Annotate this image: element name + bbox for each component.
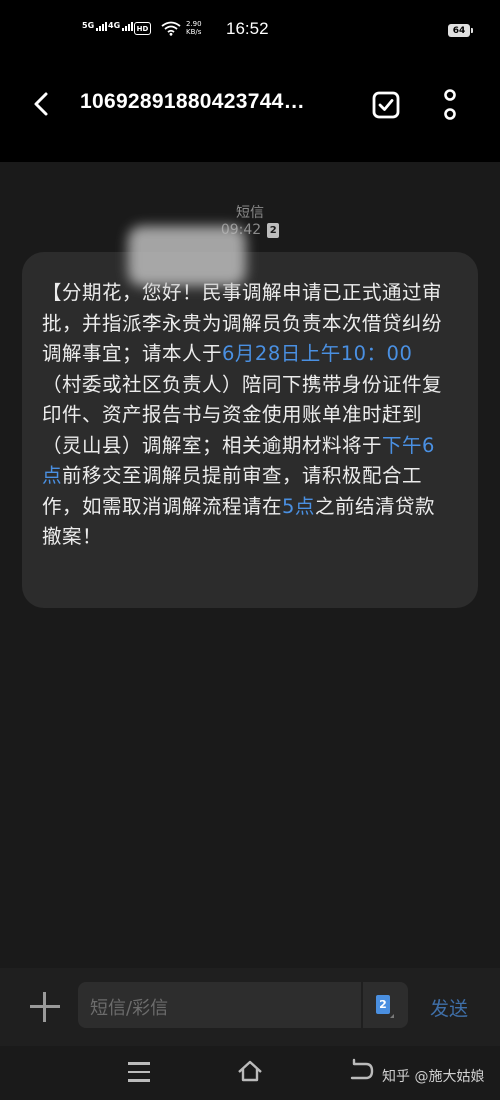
battery-icon: 64 <box>448 24 473 37</box>
check-box-icon[interactable] <box>372 91 400 119</box>
message-channel-label: 短信 <box>236 205 264 221</box>
conversation-header: 10692891880423744… <box>0 62 500 152</box>
back-arrow-icon[interactable] <box>28 90 56 118</box>
home-icon[interactable] <box>237 1058 263 1084</box>
message-timestamp: 09:42 2 <box>0 222 500 238</box>
more-vertical-icon[interactable] <box>440 88 460 122</box>
network-speed: 2.90 KB/s <box>186 20 202 36</box>
message-link[interactable]: 6月28日上午10：00 <box>222 342 412 365</box>
message-input-placeholder: 短信/彩信 <box>90 998 169 1019</box>
conversation-title: 10692891880423744… <box>80 90 305 113</box>
network-speed-unit: KB/s <box>186 28 202 36</box>
watermark: 知乎 @施大姑娘 <box>382 1069 485 1085</box>
message-text: 【分期花，您好！民事调解申请已正式通过审批，并指派李永贵为调解员负责本次借贷纠纷… <box>42 278 452 553</box>
top-area: 5G 4G HD 2.90 KB/s 16:52 64 106928918804… <box>0 0 500 162</box>
message-link[interactable]: 5点 <box>282 495 315 518</box>
signal-5g-icon: 5G <box>82 21 108 31</box>
add-attachment-icon[interactable] <box>30 992 60 1022</box>
message-segment: 【分期花 <box>42 281 123 304</box>
sim-select-button[interactable]: 2 <box>376 995 394 1018</box>
signal-4g-icon: 4G <box>108 21 134 31</box>
signal-5g-label: 5G <box>82 21 95 30</box>
navigation-bar: 知乎 @施大姑娘 <box>0 1046 500 1100</box>
wifi-icon <box>161 21 181 36</box>
network-speed-value: 2.90 <box>186 20 202 28</box>
status-time: 16:52 <box>226 19 269 38</box>
message-input[interactable]: 短信/彩信 2 <box>78 982 408 1028</box>
recent-apps-icon[interactable] <box>128 1062 150 1082</box>
sim-badge: 2 <box>267 222 280 238</box>
nav-back-icon[interactable] <box>348 1058 374 1084</box>
redaction-blur <box>128 226 246 286</box>
composer-bar: 短信/彩信 2 发送 <box>0 968 500 1046</box>
send-button[interactable]: 发送 <box>430 994 468 1021</box>
input-divider <box>361 982 363 1028</box>
signal-4g-label: 4G <box>108 21 121 30</box>
status-bar: 5G 4G HD 2.90 KB/s 16:52 64 <box>0 0 500 62</box>
hd-badge: HD <box>134 22 151 35</box>
